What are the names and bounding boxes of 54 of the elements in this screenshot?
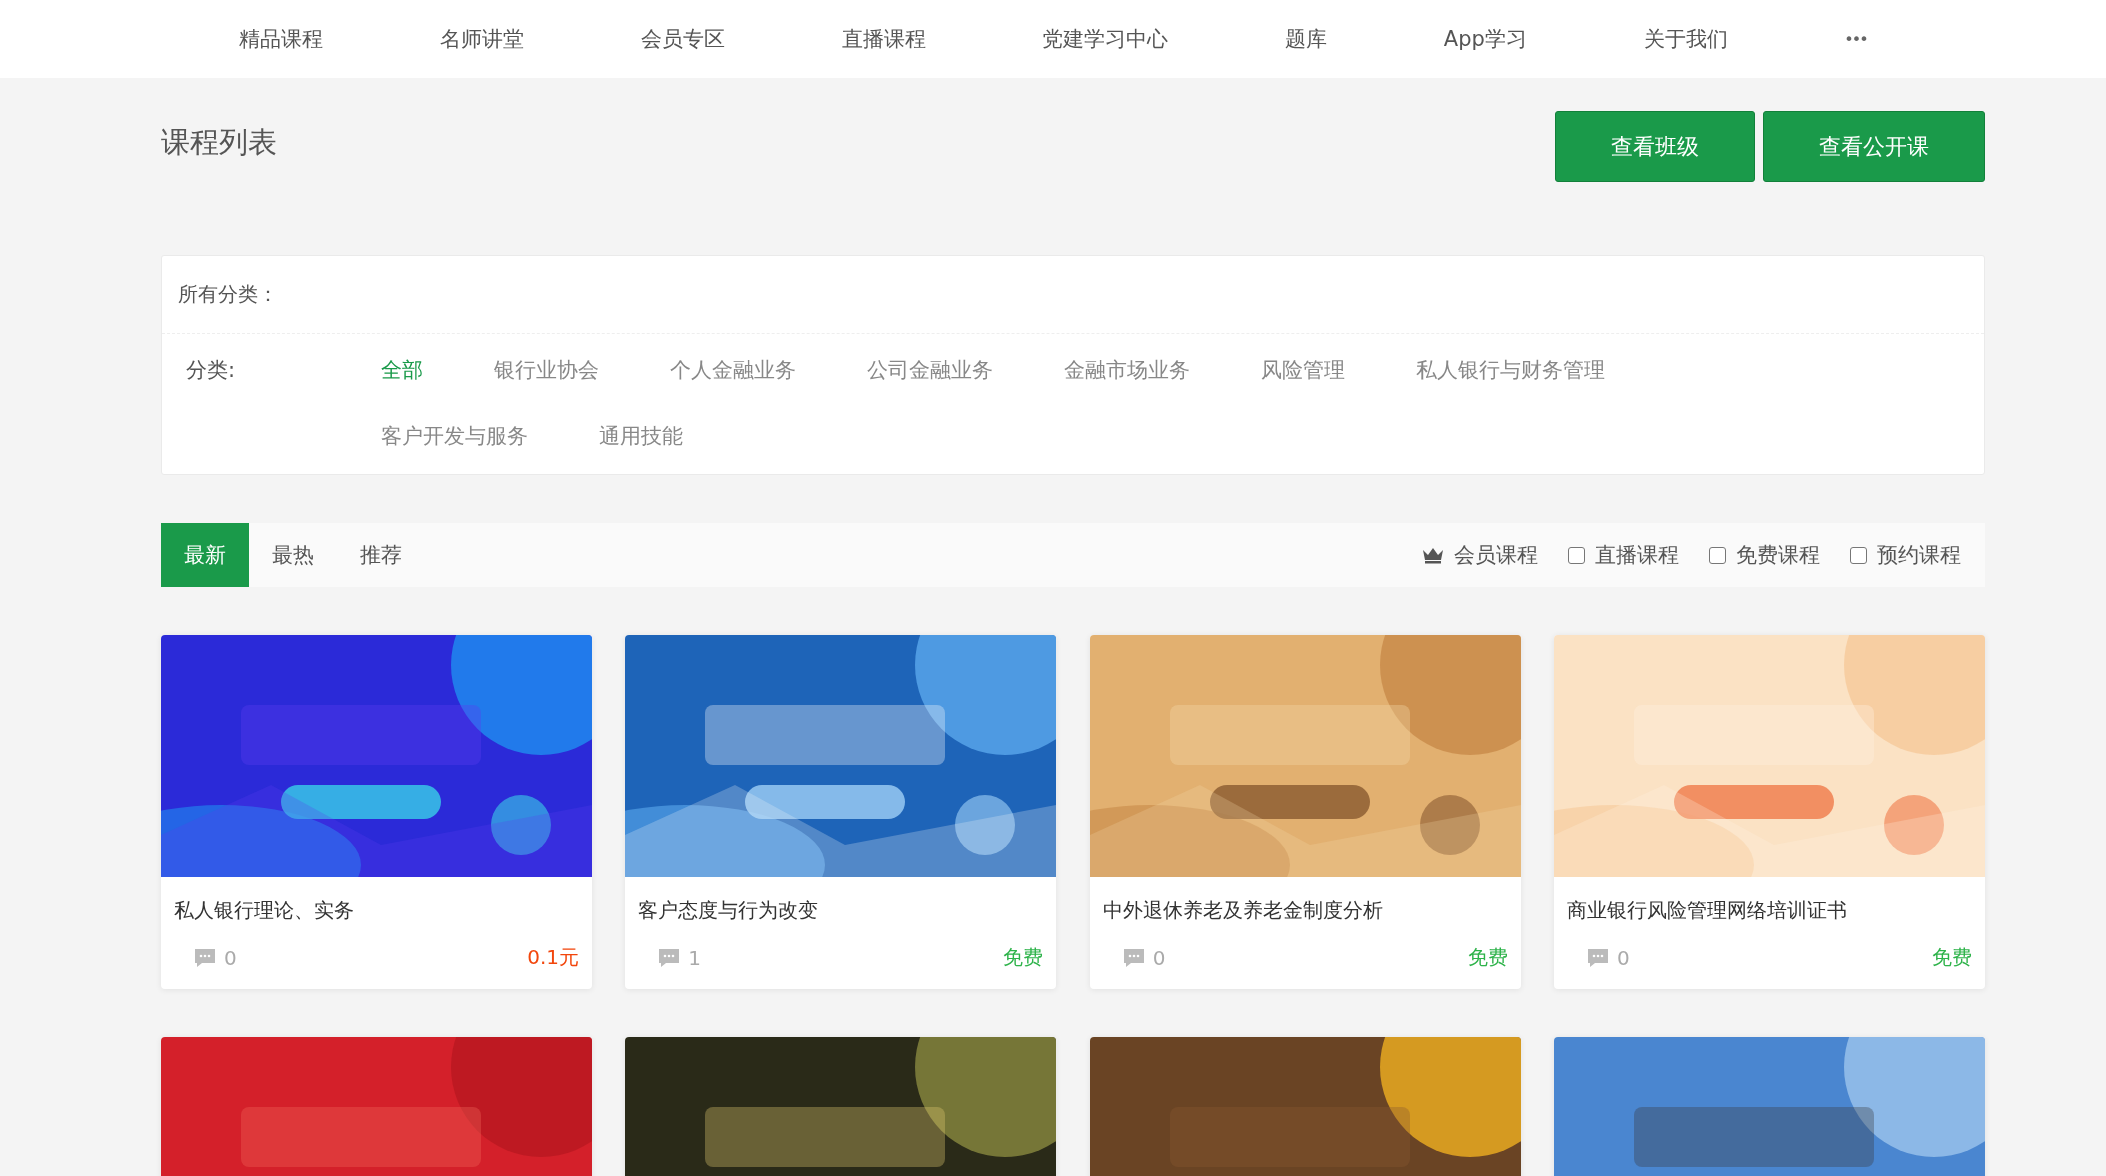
nav-link[interactable]: 直播课程 (841, 25, 926, 53)
category-link[interactable]: 银行业协会 (494, 352, 599, 388)
category-link[interactable]: 通用技能 (599, 418, 683, 454)
category-link[interactable]: 公司金融业务 (867, 352, 993, 388)
sort-tab[interactable]: 最热 (249, 523, 337, 587)
sort-tab[interactable]: 推荐 (337, 523, 425, 587)
course-title: 私人银行理论、实务 (174, 898, 354, 922)
course-card[interactable]: 私人银行理论、实务 0 0.1元 (161, 635, 592, 989)
comment-count: 1 (688, 945, 702, 970)
comment-icon (1587, 947, 1609, 968)
category-link[interactable]: 金融市场业务 (1064, 352, 1190, 388)
course-card[interactable]: 中外退休养老及养老金制度分析 0 免费 (1089, 635, 1521, 989)
checkbox[interactable] (1850, 546, 1867, 564)
category-link[interactable]: 个人金融业务 (670, 352, 796, 388)
nav-link[interactable]: 名师讲堂 (440, 25, 525, 53)
more-menu[interactable]: ••• (1844, 29, 1867, 49)
category-link[interactable]: 客户开发与服务 (381, 418, 528, 454)
course-price: 免费 (1003, 944, 1044, 971)
course-price: 0.1元 (527, 944, 579, 971)
comment-count: 0 (1617, 945, 1630, 970)
category-link[interactable]: 风险管理 (1261, 352, 1345, 388)
crown-icon (1422, 546, 1444, 564)
comment-icon (658, 947, 681, 968)
course-price: 免费 (1932, 944, 1972, 971)
option-label[interactable]: 免费课程 (1736, 541, 1820, 569)
comment-icon (194, 947, 216, 968)
category-link[interactable]: 全部 (381, 352, 423, 388)
course-title: 商业银行风险管理网络培训证书 (1567, 898, 1847, 922)
option-label[interactable]: 会员课程 (1454, 541, 1538, 569)
comment-count: 0 (1152, 945, 1166, 970)
nav-link[interactable]: 会员专区 (640, 25, 725, 53)
course-price: 免费 (1467, 944, 1508, 971)
checkbox[interactable] (1709, 546, 1726, 564)
filter-heading: 所有分类： (178, 282, 278, 306)
option-label[interactable]: 直播课程 (1595, 541, 1679, 569)
nav-link[interactable]: 关于我们 (1643, 25, 1728, 53)
header-button[interactable]: 查看班级 (1555, 111, 1755, 182)
nav-link[interactable]: App学习 (1443, 25, 1527, 53)
category-link[interactable]: 私人银行与财务管理 (1416, 352, 1605, 388)
comment-count: 0 (224, 945, 237, 970)
option-label[interactable]: 预约课程 (1877, 541, 1961, 569)
course-title: 客户态度与行为改变 (638, 898, 819, 922)
course-card[interactable]: 商业银行风险管理网络培训证书 0 免费 (1554, 635, 1985, 989)
nav-link[interactable]: 党建学习中心 (1042, 25, 1169, 53)
nav-link[interactable]: 精品课程 (239, 25, 324, 53)
header-button[interactable]: 查看公开课 (1763, 111, 1985, 182)
filter-label: 分类: (186, 358, 236, 382)
page-title: 课程列表 (161, 124, 277, 161)
course-title: 中外退休养老及养老金制度分析 (1102, 898, 1383, 922)
course-card[interactable]: 客户态度与行为改变 1 免费 (625, 635, 1057, 989)
comment-icon (1122, 947, 1145, 968)
sort-tab[interactable]: 最新 (161, 523, 249, 587)
checkbox[interactable] (1568, 546, 1585, 564)
nav-link[interactable]: 题库 (1285, 25, 1328, 53)
